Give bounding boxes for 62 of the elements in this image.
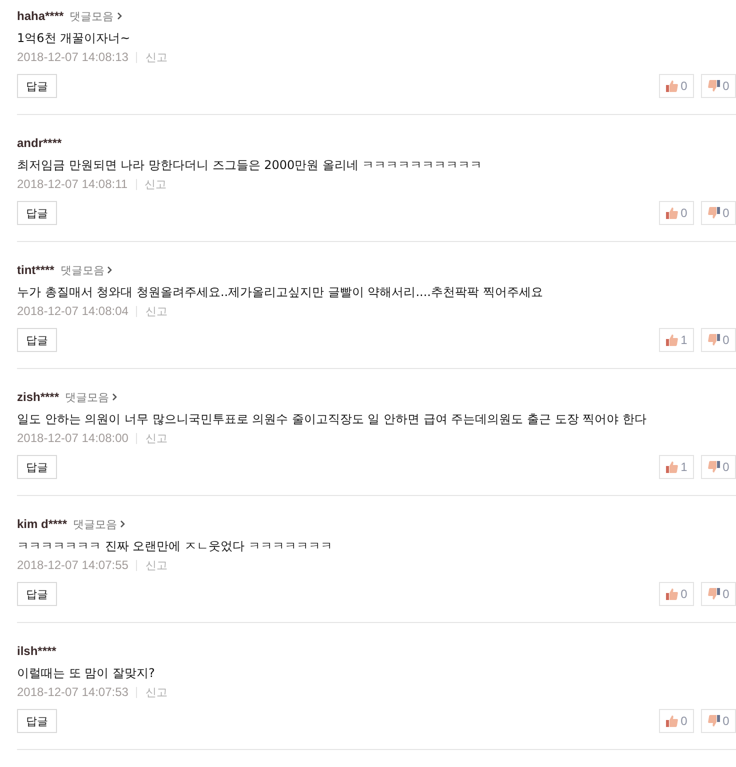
comment-time: 2018-12-07 14:08:11 (17, 177, 128, 191)
dislike-button[interactable]: 0 (701, 201, 736, 225)
username: kim d**** (17, 517, 68, 531)
thumbs-down-icon (708, 461, 720, 473)
thumbs-up-icon (666, 715, 678, 727)
report-link[interactable]: 신고 (145, 684, 168, 700)
reply-button[interactable]: 답글 (17, 709, 57, 733)
username: zish**** (17, 390, 60, 404)
comment-text: 최저임금 만원되면 나라 망한다더니 즈그들은 2000만원 올리네 ㅋㅋㅋㅋㅋㅋㅋㅋㅋㅋ (17, 157, 484, 174)
comment-text: 누가 총질매서 청와대 청원올려주세요..제가올리고싶지만 글빨이 약해서리....추천팍팍 찍어주세요 (17, 284, 544, 301)
thumbs-down-icon (708, 715, 720, 727)
comment-time: 2018-12-07 14:08:00 (17, 431, 128, 445)
reply-button[interactable]: 답글 (17, 455, 57, 479)
like-button[interactable]: 0 (659, 201, 694, 225)
username: haha**** (17, 9, 64, 23)
username: andr**** (17, 136, 62, 150)
report-link[interactable]: 신고 (144, 176, 167, 192)
reply-button[interactable]: 답글 (17, 328, 57, 352)
comment-text: 1억6천 개꿀이자너~ (17, 30, 132, 47)
thumbs-up-icon (666, 207, 678, 219)
report-link[interactable]: 신고 (145, 558, 168, 572)
comment-text: ㅋㅋㅋㅋㅋㅋㅋ 진짜 오랜만에 ㅈㄴ웃었다 ㅋㅋㅋㅋㅋㅋㅋ (17, 538, 334, 555)
thumbs-up-icon (666, 588, 678, 600)
report-link[interactable]: 신고 (145, 430, 168, 446)
reply-button[interactable]: 답글 (17, 201, 57, 225)
comment-collection-link[interactable]: 댓글모음 (65, 390, 118, 404)
dislike-button[interactable]: 0 (701, 709, 736, 733)
report-link[interactable]: 신고 (145, 50, 168, 64)
comment-collection-link[interactable]: 댓글모음 (70, 8, 122, 24)
thumbs-down-icon (708, 207, 720, 219)
comment-text: 이럴때는 또 맘이 잘맞지? (17, 665, 156, 682)
like-button[interactable]: 0 (659, 709, 694, 733)
dislike-button[interactable]: 0 (701, 74, 736, 98)
thumbs-down-icon (708, 588, 720, 600)
chevron-right-icon (120, 520, 126, 528)
chevron-right-icon (107, 266, 112, 274)
comment-collection-link[interactable]: 댓글모음 (73, 516, 126, 532)
report-link[interactable]: 신고 (145, 304, 168, 318)
like-button[interactable]: 0 (659, 74, 694, 98)
reply-button[interactable]: 답글 (17, 74, 57, 98)
reply-button[interactable]: 답글 (17, 582, 57, 606)
thumbs-down-icon (708, 80, 720, 92)
like-button[interactable]: 1 (659, 328, 694, 352)
dislike-button[interactable]: 0 (701, 582, 736, 606)
chevron-right-icon (116, 12, 122, 20)
username: tint**** (17, 263, 54, 277)
comment-time: 2018-12-07 14:08:04 (17, 304, 128, 318)
dislike-button[interactable]: 0 (701, 455, 736, 479)
like-button[interactable]: 1 (659, 455, 694, 479)
comment-time: 2018-12-07 14:08:13 (17, 50, 128, 64)
comment-text: 일도 안하는 의원이 너무 많으니국민투표로 의원수 줄이고직장도 일 안하면 급여 주는데의원도 출근 도장 찍어야 한다 (17, 411, 648, 428)
comment-time: 2018-12-07 14:07:55 (17, 558, 128, 572)
thumbs-up-icon (666, 461, 678, 473)
like-button[interactable]: 0 (659, 582, 694, 606)
thumbs-up-icon (666, 80, 678, 92)
comment-time: 2018-12-07 14:07:53 (17, 685, 128, 699)
thumbs-down-icon (708, 334, 720, 346)
username: ilsh**** (17, 644, 56, 658)
comment-collection-link[interactable]: 댓글모음 (60, 262, 112, 278)
dislike-button[interactable]: 0 (701, 328, 736, 352)
chevron-right-icon (112, 393, 118, 401)
thumbs-up-icon (666, 334, 678, 346)
